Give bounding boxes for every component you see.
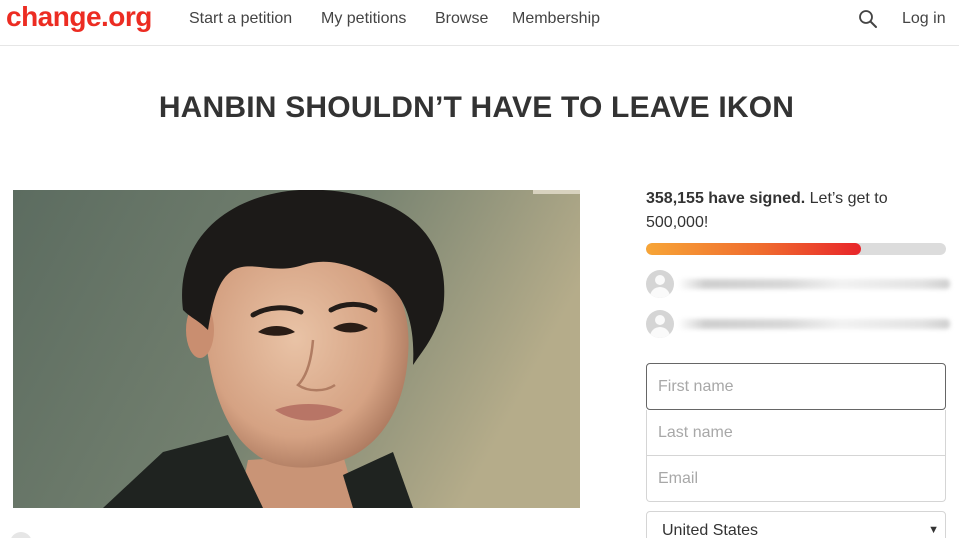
- change-org-logo[interactable]: change.org: [6, 0, 152, 34]
- signer-name-blurred: [678, 319, 950, 329]
- signature-progress-bar: [646, 243, 946, 255]
- email-input[interactable]: [646, 456, 946, 502]
- avatar-icon: [646, 270, 674, 298]
- nav-start-petition[interactable]: Start a petition: [189, 10, 292, 28]
- person-photo-icon: [13, 190, 580, 508]
- signature-count-text: 358,155 have signed. Let’s get to 500,00…: [646, 187, 946, 235]
- recent-signer: [646, 270, 956, 300]
- nav-membership[interactable]: Membership: [512, 10, 600, 28]
- login-link[interactable]: Log in: [902, 10, 946, 28]
- nav-my-petitions[interactable]: My petitions: [321, 10, 406, 28]
- share-icon[interactable]: [10, 532, 32, 538]
- signer-name-blurred: [678, 279, 950, 289]
- top-nav-bar: change.org Start a petition My petitions…: [0, 0, 959, 46]
- nav-browse[interactable]: Browse: [435, 10, 488, 28]
- signature-progress-fill: [646, 243, 861, 255]
- country-select[interactable]: United States ▼: [646, 511, 946, 538]
- petition-photo: [13, 190, 580, 508]
- search-icon[interactable]: [858, 9, 878, 29]
- first-name-input[interactable]: [646, 363, 946, 410]
- petition-title: HANBIN SHOULDN’T HAVE TO LEAVE IKON: [158, 91, 795, 124]
- signature-count: 358,155 have signed.: [646, 190, 806, 207]
- avatar-icon: [646, 310, 674, 338]
- recent-signer: [646, 310, 956, 340]
- last-name-input[interactable]: [646, 410, 946, 456]
- country-selected-value: United States: [662, 522, 759, 538]
- dropdown-arrow-icon: ▼: [928, 524, 939, 536]
